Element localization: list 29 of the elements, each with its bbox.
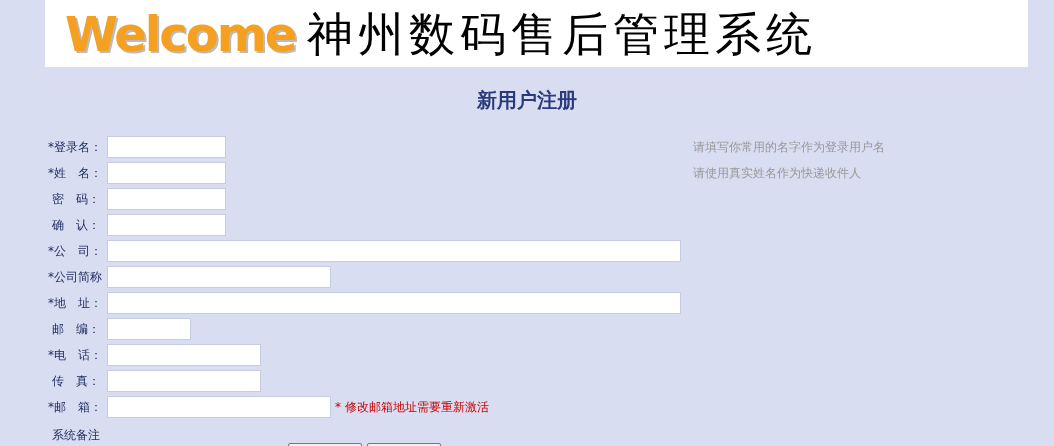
input-field[interactable] xyxy=(107,214,226,236)
system-name: 神州数码售后管理系统 xyxy=(307,10,818,57)
field-label: 传 真： xyxy=(50,373,101,390)
hint-text: 请使用真实姓名作为快递收件人 xyxy=(693,165,862,182)
input-field[interactable] xyxy=(107,136,226,158)
input-field[interactable] xyxy=(107,370,261,392)
input-field[interactable] xyxy=(107,344,261,366)
input-field[interactable] xyxy=(107,292,681,314)
field-label: *邮 箱： xyxy=(48,399,103,416)
input-field[interactable] xyxy=(107,188,226,210)
input-field[interactable] xyxy=(107,240,681,262)
field-label: 确 认： xyxy=(50,217,101,234)
page-title: 新用户注册 xyxy=(477,87,577,114)
field-label: *登录名： xyxy=(48,139,103,156)
field-label: 密 码： xyxy=(50,191,101,208)
input-field[interactable] xyxy=(107,318,191,340)
field-label: *地 址： xyxy=(48,295,103,312)
field-label: 邮 编： xyxy=(50,321,101,338)
field-label: *公司简称 xyxy=(48,269,103,286)
field-label: *姓 名： xyxy=(48,165,103,182)
welcome-text: Welcome xyxy=(65,9,296,58)
field-label: 系统备注 xyxy=(50,427,100,444)
field-label: *电 话： xyxy=(48,347,103,364)
input-field[interactable] xyxy=(107,266,331,288)
field-label: *公 司： xyxy=(48,243,103,260)
hint-text: 请填写你常用的名字作为登录用户名 xyxy=(693,139,886,156)
input-field[interactable] xyxy=(107,396,331,418)
warning-note: * 修改邮箱地址需要重新激活 xyxy=(335,399,489,416)
input-field[interactable] xyxy=(107,162,226,184)
